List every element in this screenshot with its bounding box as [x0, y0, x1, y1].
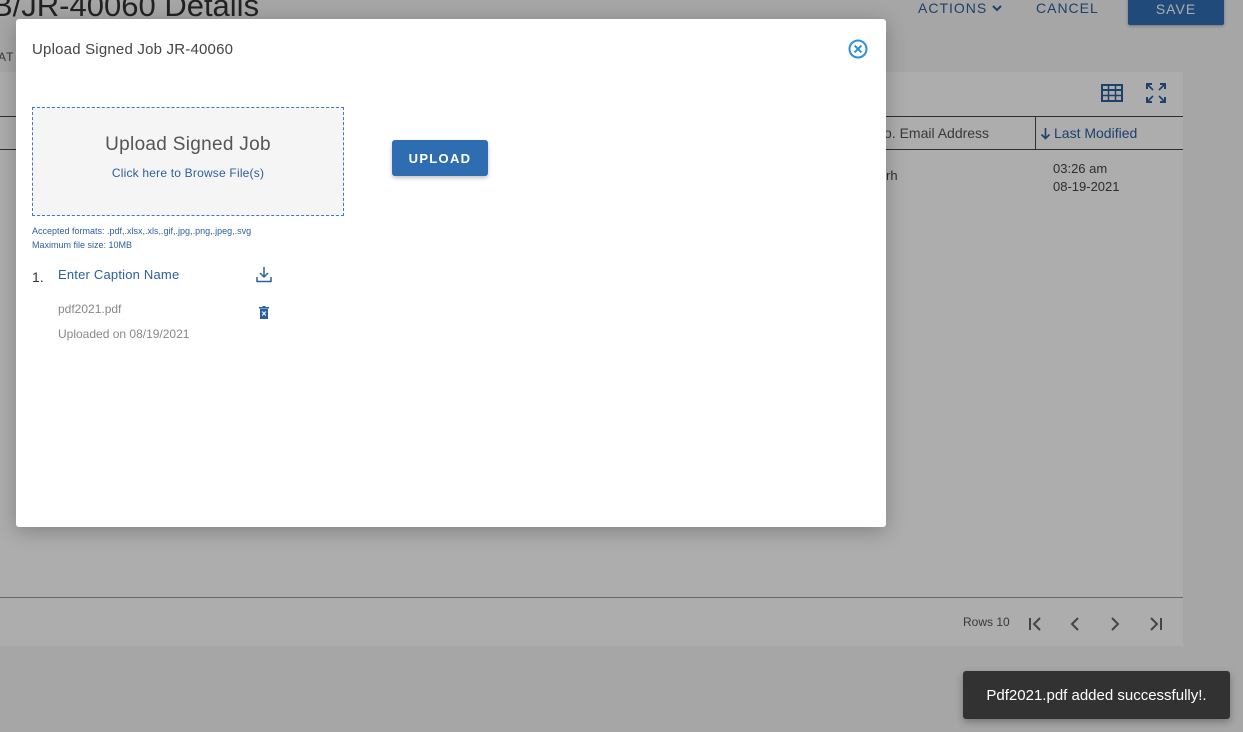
caption-input[interactable]: Enter Caption Name	[58, 267, 179, 282]
success-toast: Pdf2021.pdf added successfully!.	[963, 671, 1230, 719]
file-dropzone[interactable]: Upload Signed Job Click here to Browse F…	[32, 107, 344, 216]
toast-message: Pdf2021.pdf added successfully!.	[986, 686, 1207, 704]
accepted-formats: Accepted formats: .pdf,.xlsx,.xls,.gif,.…	[32, 226, 252, 236]
uploaded-date: Uploaded on 08/19/2021	[58, 327, 190, 341]
upload-constraints: Accepted formats: .pdf,.xlsx,.xls,.gif,.…	[32, 224, 251, 252]
browse-files-link[interactable]: Click here to Browse File(s)	[112, 166, 264, 180]
file-index: 1.	[32, 269, 44, 285]
file-name: pdf2021.pdf	[58, 302, 122, 316]
close-icon[interactable]	[848, 39, 868, 59]
download-icon[interactable]	[256, 266, 272, 283]
max-file-size: Maximum file size: 10MB	[32, 240, 133, 250]
upload-button[interactable]: UPLOAD	[392, 140, 488, 176]
upload-modal: Upload Signed Job JR-40060 Upload Signed…	[16, 19, 886, 527]
dropzone-heading: Upload Signed Job	[105, 134, 271, 155]
modal-title: Upload Signed Job JR-40060	[32, 41, 234, 58]
trash-icon[interactable]	[259, 306, 269, 319]
